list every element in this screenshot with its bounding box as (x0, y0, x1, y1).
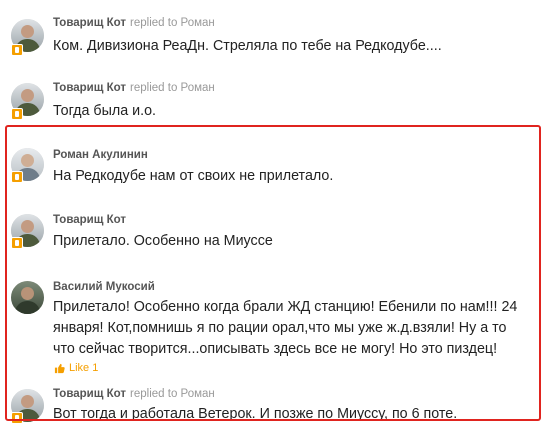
replied-to-label[interactable]: replied to Роман (130, 82, 215, 94)
comment-author[interactable]: Товарищ Кот (53, 82, 126, 94)
comment-text: На Редкодубе нам от своих не прилетало. (53, 168, 334, 184)
ok-badge-icon (11, 412, 23, 424)
comment-text: Тогда была и.о. (53, 103, 157, 119)
comment-text: Прилетало. Особенно на Миуссе (53, 233, 273, 249)
comment-header: Товарищ Кот replied to Роман (53, 387, 215, 401)
comment-header: Товарищ Кот replied to Роман (53, 81, 215, 95)
ok-badge-icon (11, 171, 23, 183)
comment-author[interactable]: Василий Мукосий (53, 281, 155, 293)
comment-header: Товарищ Кот replied to Роман (53, 16, 215, 30)
comment-text: Ком. Дивизиона РеаДн. Стреляла по тебе н… (53, 38, 442, 54)
comment-header: Товарищ Кот (53, 213, 126, 227)
comment-text: Прилетало! Особенно когда брали ЖД станц… (53, 299, 518, 357)
comment-author[interactable]: Товарищ Кот (53, 17, 126, 29)
ok-badge-icon (11, 237, 23, 249)
ok-badge-icon (11, 108, 23, 120)
comment-author[interactable]: Товарищ Кот (53, 388, 126, 400)
replied-to-label[interactable]: replied to Роман (130, 388, 215, 400)
comment-header: Роман Акулинин (53, 148, 148, 162)
comment-author[interactable]: Роман Акулинин (53, 149, 148, 161)
thumbs-up-icon (54, 363, 65, 373)
comment-header: Василий Мукосий (53, 280, 155, 294)
like-count[interactable]: Like 1 (69, 362, 98, 374)
replied-to-label[interactable]: replied to Роман (130, 17, 215, 29)
ok-badge-icon (11, 44, 23, 56)
like-button[interactable]: Like 1 (54, 362, 98, 374)
avatar[interactable] (11, 281, 44, 314)
comment-text: Вот тогда и работала Ветерок. И позже по… (53, 406, 458, 422)
comment-author[interactable]: Товарищ Кот (53, 214, 126, 226)
